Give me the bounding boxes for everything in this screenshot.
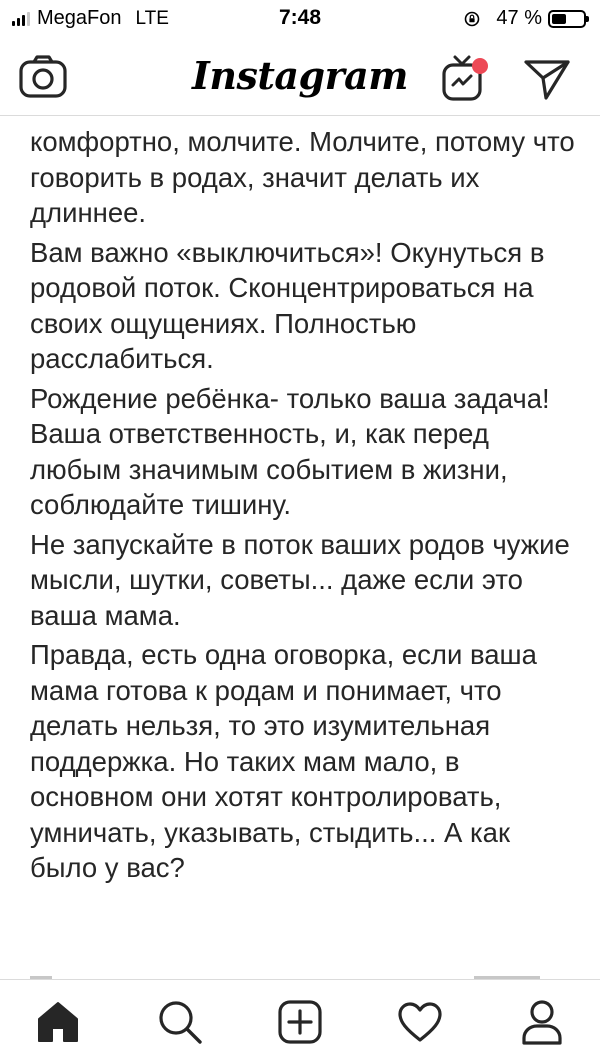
battery-icon xyxy=(548,9,589,28)
tab-profile[interactable] xyxy=(512,994,572,1050)
tab-new-post[interactable] xyxy=(270,994,330,1050)
tab-activity[interactable] xyxy=(390,994,450,1050)
caption-paragraph: Вам важно «выключиться»! Окунуться в род… xyxy=(30,236,545,375)
igtv-notification-badge xyxy=(472,58,488,74)
battery-percent: 47 % xyxy=(496,7,542,29)
instagram-logo: Instagram xyxy=(192,53,408,98)
direct-message-button[interactable] xyxy=(522,56,574,102)
add-post-icon xyxy=(278,1000,322,1044)
bottom-tab-bar xyxy=(0,979,600,1063)
camera-icon xyxy=(19,55,67,98)
status-bar: MegaFon LTE 7:48 47 % xyxy=(0,0,600,40)
direct-message-icon xyxy=(524,60,570,100)
camera-button[interactable] xyxy=(18,54,70,102)
caption-paragraph: Не запускайте в поток ваших родов чужие … xyxy=(30,528,570,631)
battery-level-fill xyxy=(552,13,566,24)
tab-home[interactable] xyxy=(28,994,88,1050)
clipped-next-line xyxy=(30,966,540,979)
post-caption: комфортно, молчите. Молчите, потому что … xyxy=(30,124,578,890)
app-header: Instagram xyxy=(0,40,600,116)
igtv-button[interactable] xyxy=(440,54,496,104)
search-icon xyxy=(159,1001,202,1044)
caption-paragraph: комфортно, молчите. Молчите, потому что … xyxy=(30,126,575,228)
post-caption-area[interactable]: комфортно, молчите. Молчите, потому что … xyxy=(0,116,600,979)
status-bar-right: 47 % xyxy=(464,7,589,30)
home-icon xyxy=(38,1002,78,1042)
caption-paragraph: Рождение ребёнка- только ваша задача! Ва… xyxy=(30,382,550,521)
rotation-lock-icon xyxy=(465,11,480,26)
igtv-icon xyxy=(442,55,488,101)
tab-search[interactable] xyxy=(150,994,210,1050)
caption-paragraph: Правда, есть одна оговорка, если ваша ма… xyxy=(30,639,537,883)
profile-icon xyxy=(522,1000,562,1045)
heart-icon xyxy=(398,1002,442,1042)
